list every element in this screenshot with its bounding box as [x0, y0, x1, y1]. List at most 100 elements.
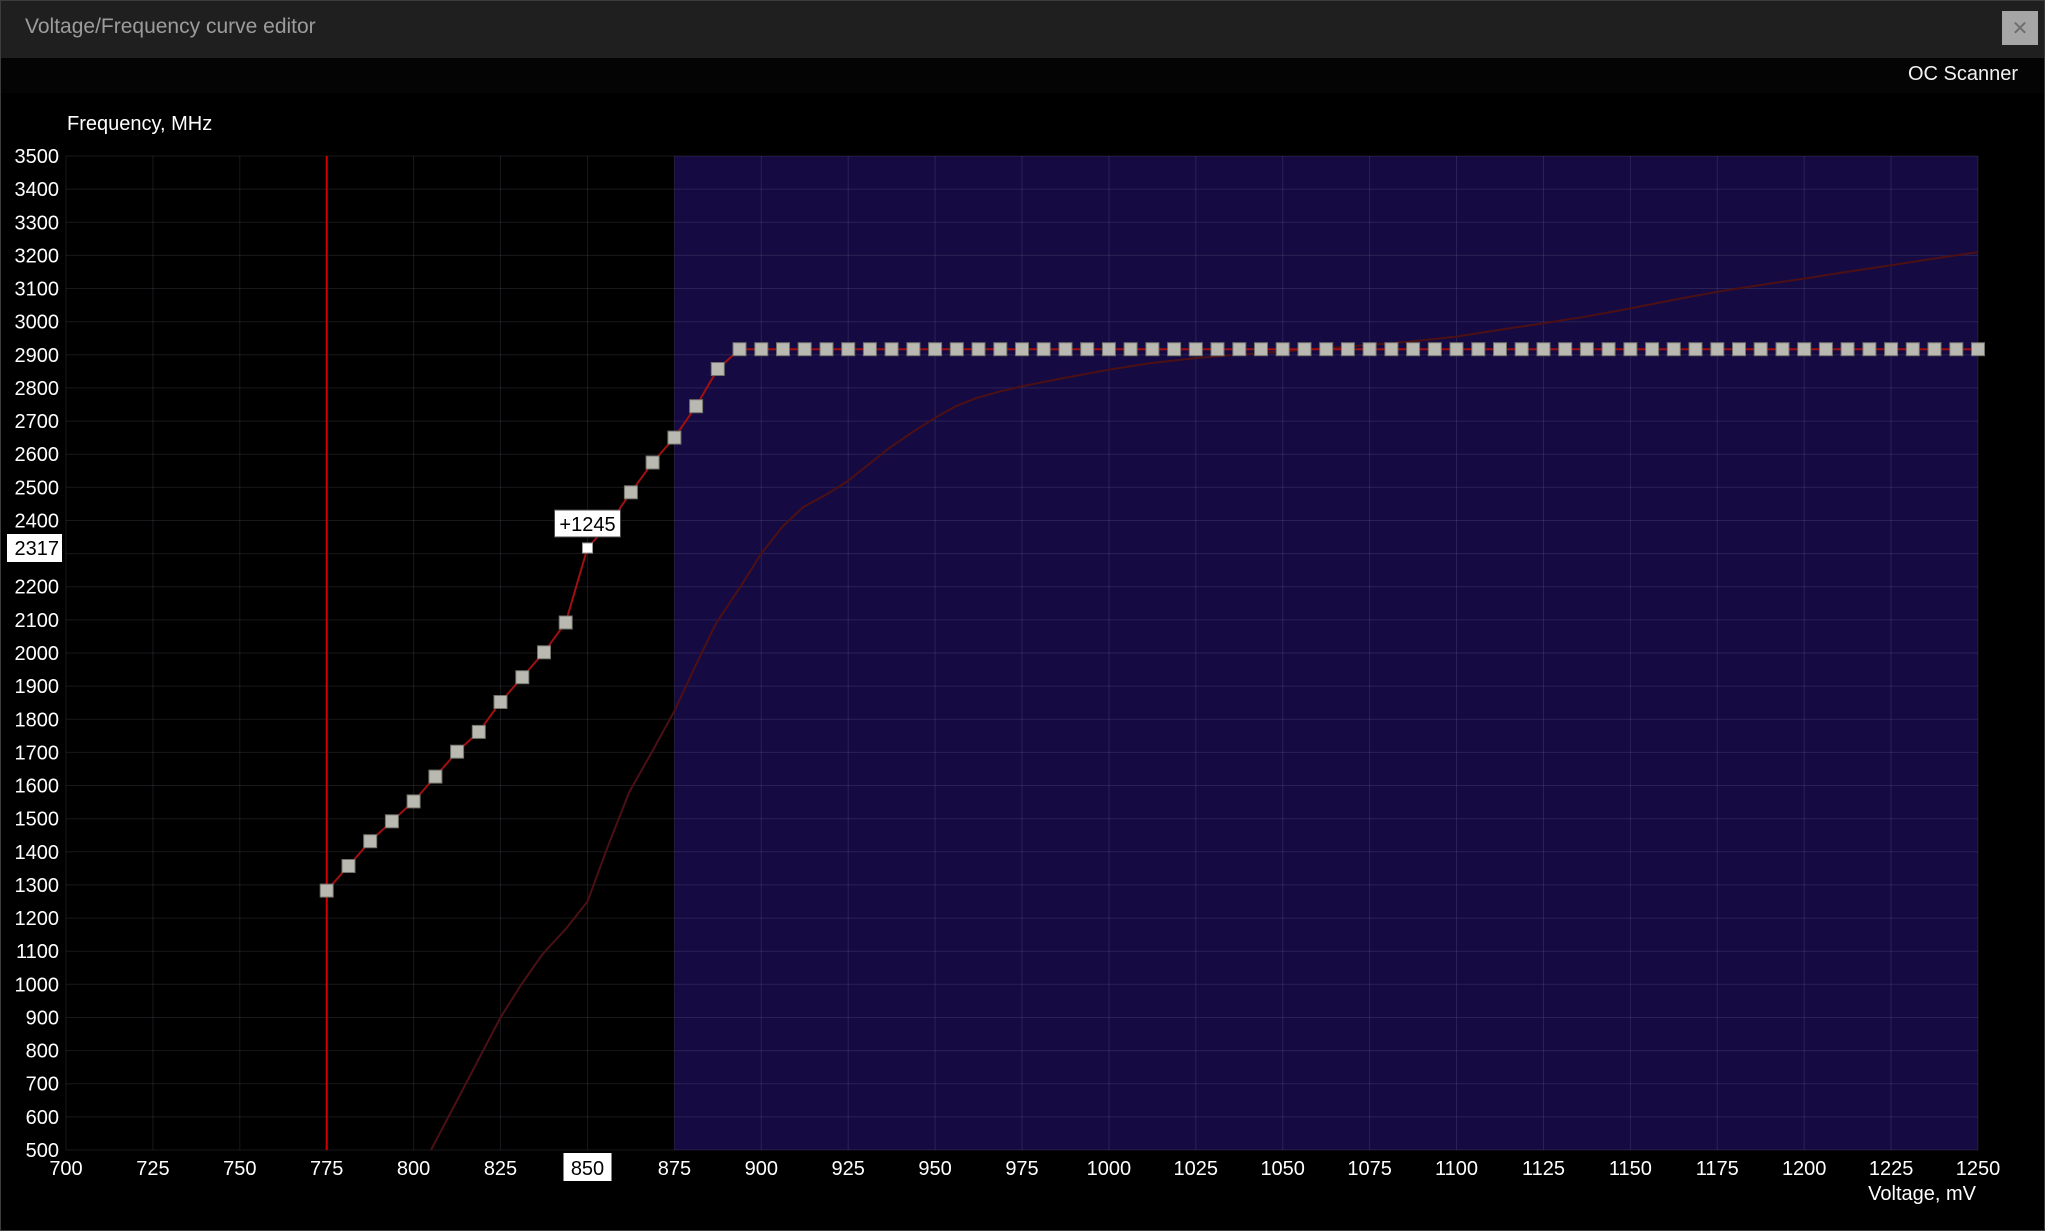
curve-point[interactable]: [994, 343, 1007, 356]
selected-curve-point[interactable]: [583, 543, 593, 553]
curve-point[interactable]: [668, 431, 681, 444]
curve-point[interactable]: [1102, 343, 1115, 356]
curve-point[interactable]: [1494, 343, 1507, 356]
curve-point[interactable]: [1211, 343, 1224, 356]
curve-point[interactable]: [429, 770, 442, 783]
svg-text:1025: 1025: [1174, 1158, 1219, 1180]
curve-point[interactable]: [1320, 343, 1333, 356]
curve-point[interactable]: [711, 363, 724, 376]
curve-point[interactable]: [494, 696, 507, 709]
curve-point[interactable]: [690, 400, 703, 413]
curve-point[interactable]: [1819, 343, 1832, 356]
curve-point[interactable]: [1276, 343, 1289, 356]
curve-point[interactable]: [1385, 343, 1398, 356]
curve-point[interactable]: [1646, 343, 1659, 356]
svg-text:2317: 2317: [15, 538, 60, 560]
curve-point[interactable]: [1863, 343, 1876, 356]
curve-point[interactable]: [646, 456, 659, 469]
curve-point[interactable]: [1189, 343, 1202, 356]
curve-point[interactable]: [1298, 343, 1311, 356]
svg-text:1000: 1000: [15, 974, 60, 996]
close-button[interactable]: ✕: [2002, 11, 2038, 45]
curve-point[interactable]: [342, 860, 355, 873]
curve-point[interactable]: [1906, 343, 1919, 356]
curve-point[interactable]: [1450, 343, 1463, 356]
curve-point[interactable]: [1168, 343, 1181, 356]
curve-point[interactable]: [1255, 343, 1268, 356]
oc-scanner-button[interactable]: OC Scanner: [1908, 63, 2018, 86]
curve-point[interactable]: [1711, 343, 1724, 356]
svg-text:1900: 1900: [15, 676, 60, 698]
curve-point[interactable]: [320, 884, 333, 897]
svg-text:700: 700: [26, 1074, 59, 1096]
curve-point[interactable]: [1341, 343, 1354, 356]
curve-point[interactable]: [1233, 343, 1246, 356]
svg-text:600: 600: [26, 1107, 59, 1129]
curve-point[interactable]: [1841, 343, 1854, 356]
curve-point[interactable]: [1885, 343, 1898, 356]
curve-point[interactable]: [1667, 343, 1680, 356]
curve-point[interactable]: [385, 815, 398, 828]
curve-point[interactable]: [1559, 343, 1572, 356]
curve-point[interactable]: [755, 343, 768, 356]
curve-point[interactable]: [1754, 343, 1767, 356]
curve-point[interactable]: [1624, 343, 1637, 356]
curve-point[interactable]: [885, 343, 898, 356]
curve-point[interactable]: [1124, 343, 1137, 356]
svg-text:1300: 1300: [15, 875, 60, 897]
curve-point[interactable]: [798, 343, 811, 356]
curve-point[interactable]: [1037, 343, 1050, 356]
curve-point[interactable]: [1972, 343, 1985, 356]
curve-point[interactable]: [1733, 343, 1746, 356]
curve-point[interactable]: [451, 745, 464, 758]
svg-text:2900: 2900: [15, 345, 60, 367]
svg-text:3000: 3000: [15, 312, 60, 334]
curve-point[interactable]: [1363, 343, 1376, 356]
curve-point[interactable]: [929, 343, 942, 356]
curve-point[interactable]: [472, 725, 485, 738]
curve-point[interactable]: [777, 343, 790, 356]
svg-text:2800: 2800: [15, 378, 60, 400]
curve-point[interactable]: [733, 343, 746, 356]
svg-text:1125: 1125: [1522, 1158, 1565, 1180]
curve-point[interactable]: [907, 343, 920, 356]
curve-point[interactable]: [1407, 343, 1420, 356]
curve-point[interactable]: [1081, 343, 1094, 356]
vf-curve-chart[interactable]: +124550060070080090010001100120013001400…: [1, 93, 2045, 1231]
curve-point[interactable]: [407, 795, 420, 808]
curve-point[interactable]: [863, 343, 876, 356]
curve-point[interactable]: [1059, 343, 1072, 356]
curve-point[interactable]: [624, 486, 637, 499]
curve-point[interactable]: [516, 671, 529, 684]
curve-point[interactable]: [364, 835, 377, 848]
svg-text:2000: 2000: [15, 643, 60, 665]
svg-text:900: 900: [745, 1158, 778, 1180]
curve-point[interactable]: [559, 616, 572, 629]
curve-point[interactable]: [538, 646, 551, 659]
curve-point[interactable]: [972, 343, 985, 356]
curve-point[interactable]: [1602, 343, 1615, 356]
curve-point[interactable]: [1580, 343, 1593, 356]
svg-text:1000: 1000: [1087, 1158, 1132, 1180]
curve-point[interactable]: [1928, 343, 1941, 356]
offset-tooltip: +1245: [555, 510, 621, 537]
svg-text:2400: 2400: [15, 511, 60, 533]
curve-point[interactable]: [950, 343, 963, 356]
top-toolbar: OC Scanner: [1, 58, 2044, 93]
curve-point[interactable]: [1472, 343, 1485, 356]
curve-point[interactable]: [1537, 343, 1550, 356]
svg-text:1500: 1500: [15, 809, 60, 831]
curve-point[interactable]: [1428, 343, 1441, 356]
curve-point[interactable]: [1016, 343, 1029, 356]
curve-point[interactable]: [1146, 343, 1159, 356]
curve-point[interactable]: [1515, 343, 1528, 356]
curve-point[interactable]: [1776, 343, 1789, 356]
curve-point[interactable]: [1689, 343, 1702, 356]
curve-point[interactable]: [820, 343, 833, 356]
svg-text:1100: 1100: [1435, 1158, 1478, 1180]
curve-point[interactable]: [842, 343, 855, 356]
curve-point[interactable]: [1798, 343, 1811, 356]
svg-text:2600: 2600: [15, 444, 60, 466]
curve-point[interactable]: [1950, 343, 1963, 356]
close-icon: ✕: [2012, 16, 2029, 41]
